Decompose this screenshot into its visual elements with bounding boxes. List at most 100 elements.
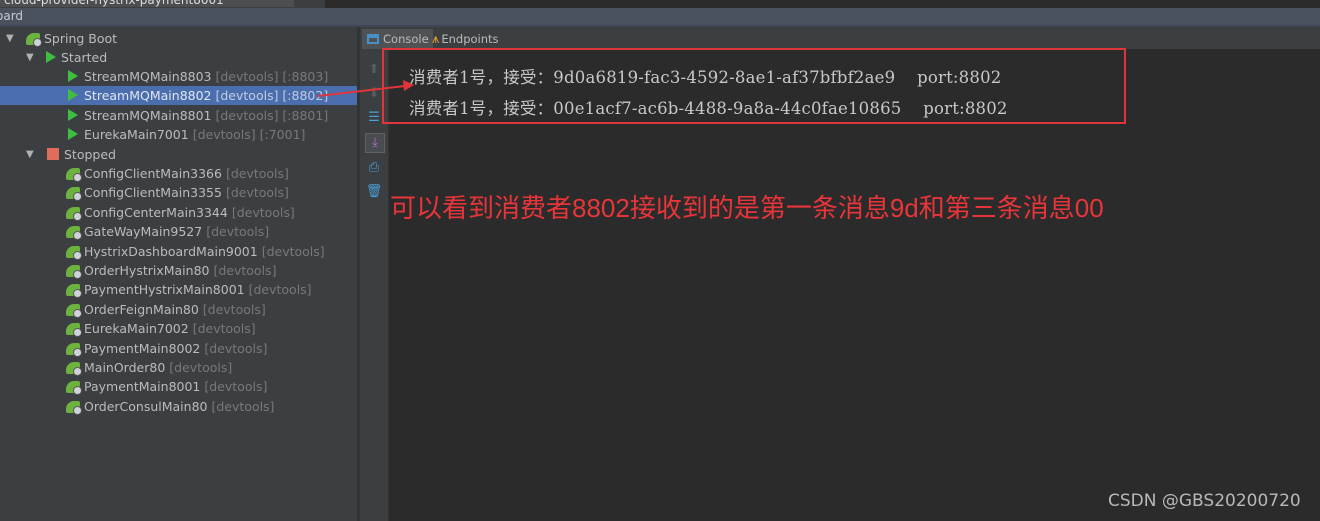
print-icon[interactable]: ⎙ — [365, 159, 383, 177]
spring-boot-app-icon — [66, 381, 82, 396]
app-name: StreamMQMain8802 — [84, 88, 212, 103]
app-name: GateWayMain9527 — [84, 224, 203, 240]
spring-boot-app-icon — [66, 342, 82, 357]
tree-item-app[interactable]: ConfigCenterMain3344 [devtools] — [0, 203, 357, 222]
running-icon — [68, 70, 78, 82]
tree-item-app[interactable]: EurekaMain7002 [devtools] — [0, 319, 357, 338]
tree-item-app[interactable]: ConfigClientMain3355 [devtools] — [0, 183, 357, 202]
tree-item-app[interactable]: ConfigClientMain3366 [devtools] — [0, 164, 357, 183]
spring-boot-app-icon — [66, 245, 82, 260]
highlight-box — [382, 48, 1126, 124]
app-hint: [devtools] [:7001] — [192, 127, 306, 142]
run-dashboard-title-bar: oard — [0, 8, 1320, 27]
app-hint: [devtools] — [231, 204, 295, 220]
app-name: ConfigClientMain3355 — [84, 185, 222, 201]
expand-arrow-icon[interactable]: ▼ — [6, 29, 14, 48]
tab-console[interactable]: Console — [362, 29, 433, 49]
watermark: CSDN @GBS20200720 — [1108, 491, 1301, 511]
tree-item-app[interactable]: PaymentHystrixMain8001 [devtools] — [0, 280, 357, 299]
window-top-strip: cloud-provider-hystrix-payment8001 — [0, 0, 1320, 8]
app-hint: [devtools] — [261, 243, 325, 259]
clear-trash-icon[interactable]: 🗑 — [365, 183, 383, 201]
tab-label: Console — [383, 32, 429, 46]
spring-boot-app-icon — [66, 206, 82, 221]
tree-item-app[interactable]: GateWayMain9527 [devtools] — [0, 222, 357, 241]
tab-endpoints[interactable]: ⩚ Endpoints — [432, 29, 499, 49]
spring-boot-app-icon — [66, 187, 82, 202]
app-hint: [devtools] — [213, 263, 277, 278]
app-hint: [devtools] — [211, 398, 275, 414]
console-icon — [367, 34, 379, 44]
tree-group-label: Started — [61, 50, 108, 65]
running-icon — [68, 89, 78, 101]
tree-group-stopped[interactable]: ▼ Stopped — [0, 145, 357, 164]
spring-boot-app-icon — [66, 400, 82, 415]
app-hint: [devtools] — [169, 360, 233, 375]
soft-wrap-icon[interactable]: ☰ — [365, 109, 383, 127]
tree-item-app[interactable]: PaymentMain8002 [devtools] — [0, 339, 357, 358]
app-hint: [devtools] — [248, 282, 312, 298]
spring-boot-app-icon — [66, 226, 82, 241]
app-name: PaymentHystrixMain8001 — [84, 282, 245, 298]
tree-item-app[interactable]: OrderHystrixMain80 [devtools] — [0, 261, 357, 280]
tree-item-app[interactable]: StreamMQMain8801 [devtools] [:8801] — [0, 106, 357, 125]
spring-boot-app-icon — [66, 265, 82, 279]
app-hint: [devtools] — [225, 185, 289, 201]
spring-boot-app-icon — [66, 168, 82, 182]
tree-item-app[interactable]: EurekaMain7001 [devtools] [:7001] — [0, 125, 357, 144]
tab-label: Endpoints — [441, 32, 499, 46]
app-name: StreamMQMain8803 — [84, 69, 212, 84]
endpoints-icon: ⩚ — [432, 32, 440, 47]
app-hint: [devtools] — [204, 340, 268, 356]
running-icon — [68, 128, 78, 140]
app-name: OrderConsulMain80 — [84, 398, 208, 414]
annotation-text: 可以看到消费者8802接收到的是第一条消息9d和第三条消息00 — [390, 193, 1104, 223]
scroll-down-icon[interactable]: ⬇ — [365, 85, 383, 103]
app-name: OrderFeignMain80 — [84, 301, 199, 317]
app-hint: [devtools] — [202, 301, 266, 317]
app-hint: [devtools] — [225, 166, 289, 181]
running-icon — [68, 109, 78, 121]
app-name: PaymentMain8001 — [84, 379, 201, 395]
app-name: StreamMQMain8801 — [84, 108, 212, 123]
app-hint: [devtools] [:8803] — [215, 69, 329, 84]
project-name[interactable]: cloud-provider-hystrix-payment8001 — [0, 0, 294, 7]
spring-boot-icon — [26, 33, 42, 47]
app-hint: [devtools] — [204, 379, 268, 395]
app-name: MainOrder80 — [84, 360, 166, 375]
tree-item-app[interactable]: MainOrder80 [devtools] — [0, 358, 357, 377]
spring-boot-app-icon — [66, 362, 82, 376]
app-name: HystrixDashboardMain9001 — [84, 243, 258, 259]
app-name: ConfigClientMain3366 — [84, 166, 222, 181]
app-name: PaymentMain8002 — [84, 340, 201, 356]
app-name: EurekaMain7001 — [84, 127, 189, 142]
app-name: EurekaMain7002 — [84, 321, 189, 337]
tree-item-app-selected[interactable]: StreamMQMain8802 [devtools] [:8802] — [0, 86, 357, 105]
tree-node-label: Spring Boot — [44, 31, 118, 46]
tree-item-app[interactable]: OrderConsulMain80 [devtools] — [0, 397, 357, 416]
app-hint: [devtools] — [206, 224, 270, 240]
app-name: OrderHystrixMain80 — [84, 263, 210, 278]
spring-boot-app-icon — [66, 323, 82, 338]
spring-boot-app-icon — [66, 284, 82, 299]
console-tab-bar: Console ⩚ Endpoints — [360, 27, 1320, 49]
expand-arrow-icon[interactable]: ▼ — [26, 145, 34, 164]
tree-item-app[interactable]: HystrixDashboardMain9001 [devtools] — [0, 242, 357, 261]
scroll-up-icon[interactable]: ⬆ — [365, 61, 383, 79]
tree-item-app[interactable]: StreamMQMain8803 [devtools] [:8803] — [0, 67, 357, 86]
app-hint: [devtools] — [192, 321, 256, 337]
panel-title: oard — [0, 9, 24, 23]
app-hint: [devtools] [:8801] — [215, 108, 329, 123]
stop-square-icon — [47, 148, 59, 160]
run-triangle-icon — [46, 51, 56, 63]
run-dashboard-tree: ▼ Spring Boot ▼ Started StreamMQMain8803… — [0, 27, 357, 521]
app-name: ConfigCenterMain3344 — [84, 204, 228, 220]
scroll-to-end-icon[interactable]: ⤓ — [365, 133, 385, 153]
tree-node-spring-boot[interactable]: ▼ Spring Boot — [0, 29, 357, 48]
tree-item-app[interactable]: OrderFeignMain80 [devtools] — [0, 300, 357, 319]
tree-group-started[interactable]: ▼ Started — [0, 48, 357, 67]
expand-arrow-icon[interactable]: ▼ — [26, 48, 34, 67]
app-hint: [devtools] [:8802] — [215, 88, 329, 103]
tree-item-app[interactable]: PaymentMain8001 [devtools] — [0, 377, 357, 396]
editor-area-edge — [325, 0, 1320, 8]
